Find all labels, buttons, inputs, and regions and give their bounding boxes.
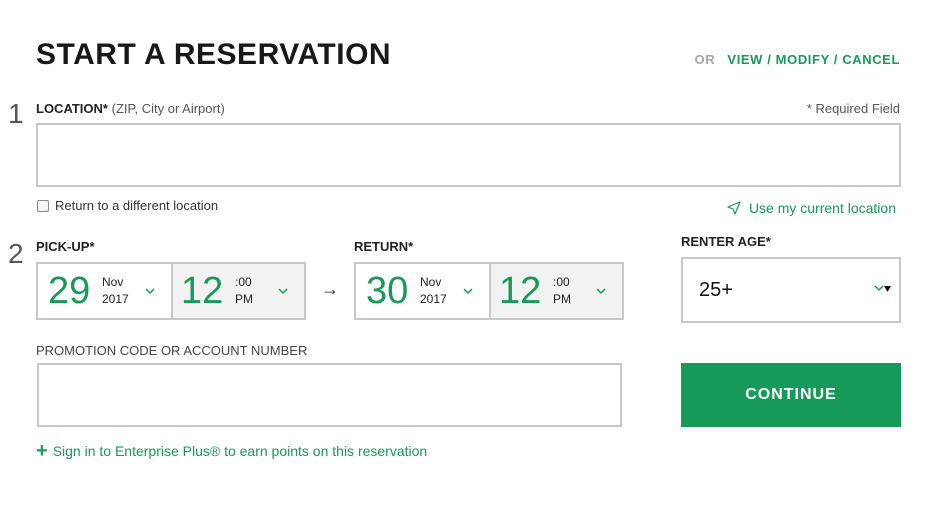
promo-code-input[interactable]: [39, 365, 620, 425]
pickup-hour: 12: [181, 270, 224, 312]
return-time-selector[interactable]: 12 :00 PM: [489, 264, 622, 318]
pickup-minutes-ampm: :00 PM: [235, 274, 253, 308]
view-modify-cancel-link[interactable]: VIEW / MODIFY / CANCEL: [727, 52, 900, 67]
return-datetime-widget: 30 Nov 2017 12 :00 PM: [354, 262, 624, 320]
select-caret-icon: [874, 285, 891, 292]
return-different-location-row[interactable]: Return to a different location: [37, 198, 218, 213]
return-different-location-checkbox[interactable]: [37, 199, 49, 212]
pickup-date-selector[interactable]: 29 Nov 2017: [38, 264, 171, 318]
sign-in-enterprise-plus-link[interactable]: + Sign in to Enterprise Plus® to earn po…: [36, 441, 427, 461]
pickup-datetime-widget: 29 Nov 2017 12 :00 PM: [36, 262, 306, 320]
return-ampm: PM: [553, 292, 571, 306]
return-minutes: :00: [553, 275, 570, 289]
promo-code-label: PROMOTION CODE OR ACCOUNT NUMBER: [36, 343, 308, 358]
or-label: OR: [694, 52, 716, 67]
continue-button[interactable]: CONTINUE: [681, 363, 901, 427]
chevron-down-icon: [596, 288, 606, 295]
renter-age-label: RENTER AGE*: [681, 234, 771, 249]
pickup-time-selector[interactable]: 12 :00 PM: [171, 264, 304, 318]
right-arrow-icon: →: [321, 279, 339, 299]
plus-icon: +: [36, 440, 48, 462]
return-day: 30: [366, 270, 409, 312]
pickup-ampm: PM: [235, 292, 253, 306]
return-label: RETURN*: [354, 239, 413, 254]
pickup-month-year: Nov 2017: [102, 274, 129, 308]
location-input-box: [36, 123, 901, 187]
chevron-down-icon: [145, 288, 155, 295]
return-minutes-ampm: :00 PM: [553, 274, 571, 308]
pickup-label-text: PICK-UP*: [36, 239, 95, 254]
manage-reservation-links: OR VIEW / MODIFY / CANCEL: [695, 52, 901, 67]
chevron-down-icon: [278, 288, 288, 295]
chevron-down-icon: [463, 288, 473, 295]
page-title: START A RESERVATION: [36, 38, 392, 71]
sign-in-text[interactable]: Sign in to Enterprise Plus® to earn poin…: [53, 443, 428, 459]
renter-age-select[interactable]: 25+: [681, 257, 901, 323]
pickup-minutes: :00: [235, 275, 252, 289]
promo-code-input-box: [37, 363, 622, 427]
pickup-day: 29: [48, 270, 91, 312]
location-label-text: LOCATION*: [36, 101, 108, 116]
pickup-year: 2017: [102, 292, 129, 306]
required-field-note: * Required Field: [806, 101, 900, 116]
location-input[interactable]: [38, 125, 899, 185]
caret-down-icon: [884, 285, 891, 292]
return-label-text: RETURN*: [354, 239, 414, 254]
return-hour: 12: [499, 270, 542, 312]
location-arrow-icon: [727, 201, 741, 215]
location-hint: (ZIP, City or Airport): [111, 101, 225, 116]
use-current-location-link[interactable]: Use my current location: [727, 200, 896, 216]
return-year: 2017: [420, 292, 447, 306]
return-date-selector[interactable]: 30 Nov 2017: [356, 264, 489, 318]
pickup-month: Nov: [102, 275, 124, 289]
pickup-label: PICK-UP*: [36, 239, 95, 254]
return-month-year: Nov 2017: [420, 274, 447, 308]
return-month: Nov: [420, 275, 442, 289]
use-current-location-label[interactable]: Use my current location: [749, 200, 896, 216]
step-number-1: 1: [8, 98, 24, 129]
return-different-location-label[interactable]: Return to a different location: [55, 198, 218, 213]
renter-age-value: 25+: [699, 278, 733, 301]
chevron-down-icon: [874, 285, 884, 292]
location-label: LOCATION* (ZIP, City or Airport): [36, 101, 225, 116]
step-number-2: 2: [8, 238, 24, 269]
